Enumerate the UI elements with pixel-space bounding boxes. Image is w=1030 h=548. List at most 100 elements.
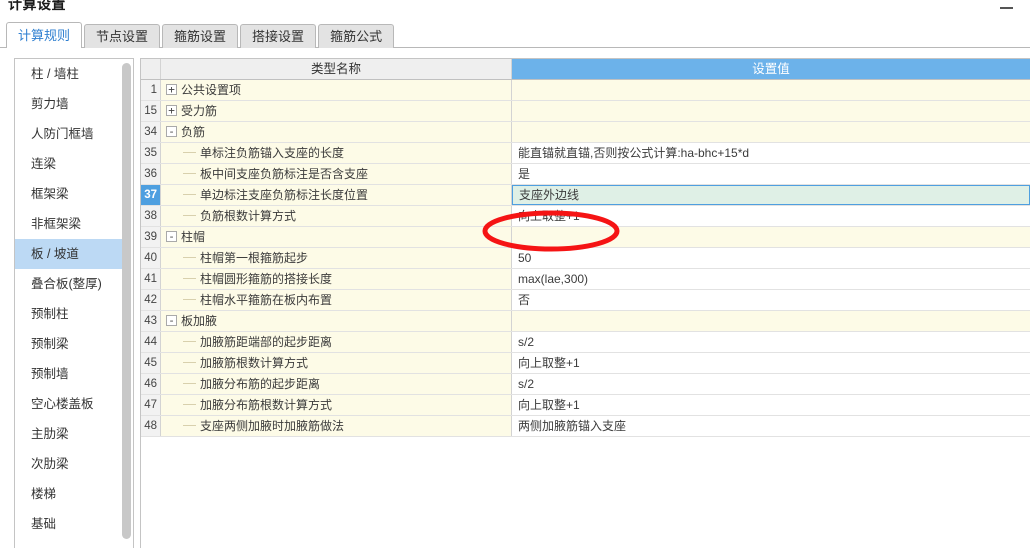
- setting-value-cell[interactable]: 是: [512, 164, 1030, 184]
- setting-value-cell[interactable]: s/2: [512, 332, 1030, 352]
- type-name-label: 单边标注支座负筋标注长度位置: [200, 188, 369, 202]
- type-name-label: 支座两侧加腋时加腋筋做法: [200, 419, 345, 433]
- type-name-cell[interactable]: 板中间支座负筋标注是否含支座: [161, 164, 512, 184]
- sidebar-item-16[interactable]: 基础: [15, 509, 123, 539]
- row-number: 36: [141, 164, 161, 184]
- row-number: 1: [141, 80, 161, 100]
- sidebar-item-13[interactable]: 主肋梁: [15, 419, 123, 449]
- type-name-cell[interactable]: 柱帽水平箍筋在板内布置: [161, 290, 512, 310]
- tab-4[interactable]: 搭接设置: [240, 24, 317, 48]
- setting-value-cell[interactable]: 支座外边线: [512, 185, 1030, 205]
- setting-value-cell[interactable]: [512, 80, 1030, 100]
- setting-value-cell[interactable]: 50: [512, 248, 1030, 268]
- table-row[interactable]: 1 + 公共设置项: [141, 80, 1030, 101]
- type-name-cell[interactable]: 加腋筋距端部的起步距离: [161, 332, 512, 352]
- column-header-row-number: [141, 59, 161, 79]
- sidebar-item-11[interactable]: 预制墙: [15, 359, 123, 389]
- type-name-cell[interactable]: 加腋分布筋根数计算方式: [161, 395, 512, 415]
- sidebar-item-7[interactable]: 板 / 坡道: [15, 239, 123, 269]
- setting-value-cell[interactable]: s/2: [512, 374, 1030, 394]
- tree-branch-icon: [183, 152, 196, 153]
- sidebar-item-14[interactable]: 次肋梁: [15, 449, 123, 479]
- table-row[interactable]: 38 负筋根数计算方式 向上取整+1: [141, 206, 1030, 227]
- type-name-cell[interactable]: - 负筋: [161, 122, 512, 142]
- tab-1[interactable]: 计算规则: [6, 22, 83, 48]
- sidebar-item-4[interactable]: 连梁: [15, 149, 123, 179]
- setting-value-cell[interactable]: [512, 311, 1030, 331]
- table-row[interactable]: 36 板中间支座负筋标注是否含支座 是: [141, 164, 1030, 185]
- tree-branch-icon: [183, 257, 196, 258]
- type-name-cell[interactable]: 支座两侧加腋时加腋筋做法: [161, 416, 512, 436]
- type-name-cell[interactable]: 单标注负筋锚入支座的长度: [161, 143, 512, 163]
- type-name-cell[interactable]: - 柱帽: [161, 227, 512, 247]
- expand-icon[interactable]: +: [166, 105, 177, 116]
- tree-branch-icon: [183, 299, 196, 300]
- setting-value-cell[interactable]: 两侧加腋筋锚入支座: [512, 416, 1030, 436]
- collapse-icon[interactable]: -: [166, 126, 177, 137]
- sidebar-scrollbar[interactable]: [122, 61, 131, 547]
- table-row[interactable]: 48 支座两侧加腋时加腋筋做法 两侧加腋筋锚入支座: [141, 416, 1030, 437]
- setting-value-cell[interactable]: 向上取整+1: [512, 395, 1030, 415]
- row-number: 15: [141, 101, 161, 121]
- type-name-label: 板加腋: [181, 314, 218, 328]
- row-number: 35: [141, 143, 161, 163]
- type-name-cell[interactable]: + 受力筋: [161, 101, 512, 121]
- sidebar-item-12[interactable]: 空心楼盖板: [15, 389, 123, 419]
- sidebar-item-8[interactable]: 叠合板(整厚): [15, 269, 123, 299]
- tab-2[interactable]: 节点设置: [84, 24, 161, 48]
- row-number: 40: [141, 248, 161, 268]
- table-row[interactable]: 44 加腋筋距端部的起步距离 s/2: [141, 332, 1030, 353]
- content-area: 柱 / 墙柱 剪力墙 人防门框墙 连梁 框架梁 非框架梁板 / 坡道 叠合板(整厚) 预制柱预…: [0, 48, 1030, 548]
- sidebar: 柱 / 墙柱 剪力墙 人防门框墙 连梁 框架梁 非框架梁板 / 坡道 叠合板(整厚) 预制柱预…: [14, 58, 134, 548]
- sidebar-item-2[interactable]: 剪力墙: [15, 89, 123, 119]
- type-name-cell[interactable]: + 公共设置项: [161, 80, 512, 100]
- sidebar-item-5[interactable]: 框架梁: [15, 179, 123, 209]
- type-name-cell[interactable]: - 板加腋: [161, 311, 512, 331]
- collapse-icon[interactable]: -: [166, 315, 177, 326]
- setting-value-cell[interactable]: 能直锚就直锚,否则按公式计算:ha-bhc+15*d: [512, 143, 1030, 163]
- type-name-cell[interactable]: 柱帽圆形箍筋的搭接长度: [161, 269, 512, 289]
- setting-value-cell[interactable]: 向上取整+1: [512, 206, 1030, 226]
- table-row[interactable]: 42 柱帽水平箍筋在板内布置 否: [141, 290, 1030, 311]
- type-name-cell[interactable]: 加腋分布筋的起步距离: [161, 374, 512, 394]
- setting-value-cell[interactable]: [512, 227, 1030, 247]
- table-row[interactable]: 47 加腋分布筋根数计算方式 向上取整+1: [141, 395, 1030, 416]
- minimize-icon[interactable]: [1000, 2, 1013, 12]
- table-row[interactable]: 37 单边标注支座负筋标注长度位置 支座外边线: [141, 185, 1030, 206]
- table-row[interactable]: 35 单标注负筋锚入支座的长度 能直锚就直锚,否则按公式计算:ha-bhc+15*d: [141, 143, 1030, 164]
- setting-value-cell[interactable]: 向上取整+1: [512, 353, 1030, 373]
- table-row[interactable]: 43- 板加腋: [141, 311, 1030, 332]
- table-row[interactable]: 34- 负筋: [141, 122, 1030, 143]
- sidebar-item-6[interactable]: 非框架梁: [15, 209, 123, 239]
- tree-branch-icon: [183, 194, 196, 195]
- type-name-cell[interactable]: 柱帽第一根箍筋起步: [161, 248, 512, 268]
- table-row[interactable]: 41 柱帽圆形箍筋的搭接长度 max(lae,300): [141, 269, 1030, 290]
- setting-value-cell[interactable]: [512, 101, 1030, 121]
- type-name-label: 加腋筋距端部的起步距离: [200, 335, 333, 349]
- table-row[interactable]: 39- 柱帽: [141, 227, 1030, 248]
- row-number: 46: [141, 374, 161, 394]
- table-row[interactable]: 40 柱帽第一根箍筋起步 50: [141, 248, 1030, 269]
- type-name-cell[interactable]: 加腋筋根数计算方式: [161, 353, 512, 373]
- sidebar-item-15[interactable]: 楼梯: [15, 479, 123, 509]
- tab-5[interactable]: 箍筋公式: [318, 24, 395, 48]
- sidebar-item-9[interactable]: 预制柱: [15, 299, 123, 329]
- row-number: 38: [141, 206, 161, 226]
- type-name-cell[interactable]: 负筋根数计算方式: [161, 206, 512, 226]
- sidebar-item-3[interactable]: 人防门框墙: [15, 119, 123, 149]
- sidebar-item-10[interactable]: 预制梁: [15, 329, 123, 359]
- collapse-icon[interactable]: -: [166, 231, 177, 242]
- tab-3[interactable]: 箍筋设置: [162, 24, 239, 48]
- setting-value-cell[interactable]: 否: [512, 290, 1030, 310]
- type-name-label: 负筋: [181, 125, 206, 139]
- table-row[interactable]: 15 + 受力筋: [141, 101, 1030, 122]
- table-row[interactable]: 46 加腋分布筋的起步距离 s/2: [141, 374, 1030, 395]
- expand-icon[interactable]: +: [166, 84, 177, 95]
- setting-value-cell[interactable]: [512, 122, 1030, 142]
- type-name-cell[interactable]: 单边标注支座负筋标注长度位置: [161, 185, 512, 205]
- sidebar-item-1[interactable]: 柱 / 墙柱: [15, 59, 123, 89]
- table-row[interactable]: 45 加腋筋根数计算方式 向上取整+1: [141, 353, 1030, 374]
- sidebar-scrollbar-thumb[interactable]: [122, 63, 131, 539]
- setting-value-cell[interactable]: max(lae,300): [512, 269, 1030, 289]
- row-number: 37: [141, 185, 161, 205]
